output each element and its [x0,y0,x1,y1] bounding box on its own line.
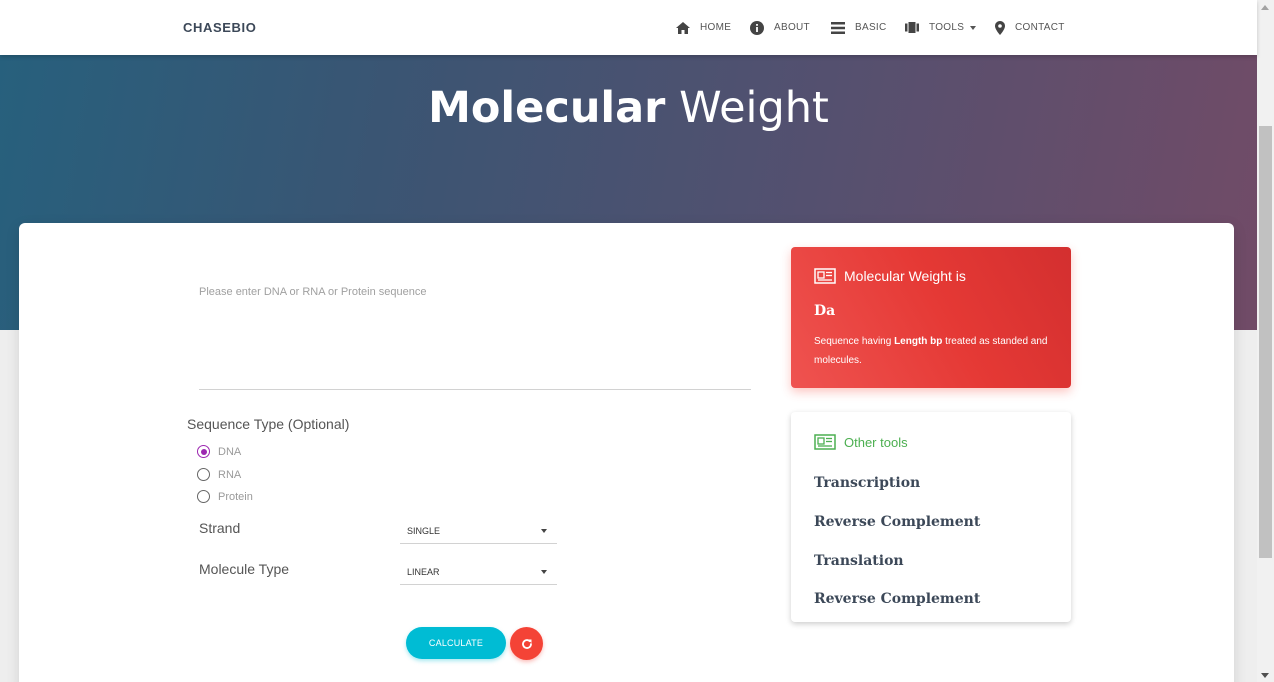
nav-item-about[interactable]: ABOUT [750,19,810,36]
calculate-button[interactable]: CALCULATE [406,627,506,659]
other-tools-card: Other tools Transcription Reverse Comple… [791,412,1071,622]
tool-link-reverse-complement-2[interactable]: Reverse Complement [814,591,980,607]
radio-button-protein[interactable] [197,490,210,503]
chevron-down-icon [970,25,977,30]
radio-dna[interactable]: DNA [197,445,241,458]
result-desc-prefix: Sequence having [814,336,895,347]
scrollbar-thumb[interactable] [1259,126,1272,558]
radio-label-protein: Protein [218,490,253,503]
brand-logo[interactable]: CHASEBIO [183,20,256,35]
nav-label-home: HOME [700,22,732,33]
strand-select-value: SINGLE [407,525,441,536]
sequence-input[interactable] [199,278,751,390]
radio-rna[interactable]: RNA [197,468,241,481]
list-icon [831,21,845,34]
nav-item-basic[interactable]: BASIC [831,19,887,36]
tools-icon [905,22,919,33]
page-title: Molecular Weight [0,83,1257,133]
result-header-label: Molecular Weight is [844,268,966,284]
tool-link-translation[interactable]: Translation [814,553,904,569]
nav-label-basic: BASIC [855,22,887,33]
tool-link-transcription[interactable]: Transcription [814,475,920,491]
strand-label: Strand [199,520,241,536]
nav-label-about: ABOUT [774,22,810,33]
chevron-down-icon [541,570,547,574]
result-header: Molecular Weight is [814,268,966,284]
nav-item-tools[interactable]: TOOLS [905,19,977,36]
page-title-light: Weight [679,83,829,133]
nav-label-tools: TOOLS [929,22,965,33]
info-icon [750,20,764,35]
newspaper-icon [814,434,836,450]
molecule-type-select[interactable]: LINEAR [400,559,557,585]
refresh-icon [521,638,532,649]
radio-label-dna: DNA [218,445,242,458]
navbar: CHASEBIO HOME ABOUT BASIC TOOLS CONTACT [0,0,1257,55]
strand-select[interactable]: SINGLE [400,518,557,544]
radio-button-rna[interactable] [197,468,210,481]
location-pin-icon [995,20,1005,35]
other-tools-header: Other tools [814,434,908,450]
molecule-type-label: Molecule Type [199,561,290,577]
molecule-type-select-value: LINEAR [407,566,440,577]
home-icon [676,21,690,34]
nav-item-contact[interactable]: CONTACT [995,19,1065,36]
nav-label-contact: CONTACT [1015,22,1065,33]
chevron-down-icon [541,529,547,533]
newspaper-icon [814,268,836,284]
refresh-button[interactable] [510,627,543,660]
result-description: Sequence having Length bp treated as sta… [814,332,1054,370]
page-title-bold: Molecular [428,83,666,133]
vertical-scrollbar[interactable] [1257,0,1274,682]
scroll-down-arrow-icon[interactable] [1261,673,1269,678]
tool-link-reverse-complement[interactable]: Reverse Complement [814,514,980,530]
radio-label-rna: RNA [218,468,242,481]
radio-protein[interactable]: Protein [197,490,253,503]
scroll-up-arrow-icon[interactable] [1261,5,1269,10]
sequence-type-label: Sequence Type (Optional) [187,416,350,432]
radio-button-dna[interactable] [197,445,210,458]
result-desc-bold: Length bp [894,336,943,347]
other-tools-header-label: Other tools [844,434,908,450]
nav-item-home[interactable]: HOME [676,19,731,36]
result-value: Da [814,303,836,319]
result-card: Molecular Weight is Da Sequence having L… [791,247,1071,388]
